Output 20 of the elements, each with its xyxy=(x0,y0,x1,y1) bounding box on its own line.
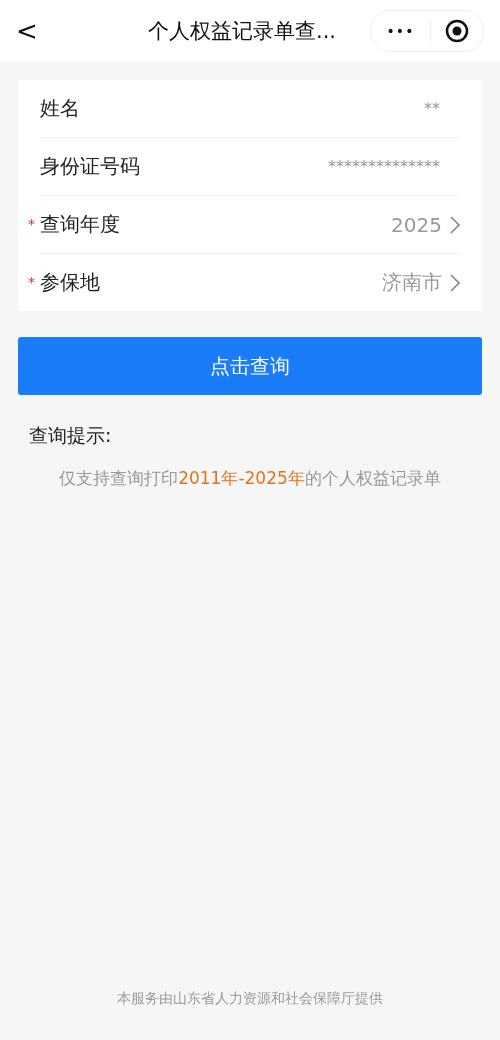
page-title: 个人权益记录单查... xyxy=(147,18,337,45)
field-label: 身份证号码 xyxy=(40,153,140,180)
field-value: ** xyxy=(424,99,440,118)
required-mark: * xyxy=(28,274,35,290)
chevron-icon xyxy=(450,273,460,292)
hint-title: 查询提示: xyxy=(29,423,113,448)
field-label: 参保地 xyxy=(40,269,100,296)
chevron-icon xyxy=(450,215,460,234)
footer-text: 本服务由山东省人力资源和社会保障厅提供 xyxy=(116,990,384,1008)
more-button[interactable]: ••• xyxy=(371,23,430,39)
select-value[interactable]: 2025 xyxy=(391,212,442,237)
query-button[interactable]: 点击查询 xyxy=(18,337,482,395)
select-value[interactable]: 济南市 xyxy=(382,269,442,296)
target-icon[interactable] xyxy=(445,19,469,43)
hint-text: 仅支持查询打印2011年-2025年的个人权益记录单 xyxy=(58,467,442,490)
field-label: 查询年度 xyxy=(40,211,120,238)
field-label: 姓名 xyxy=(40,95,80,122)
back-button[interactable]: < xyxy=(16,16,46,46)
required-mark: * xyxy=(28,216,35,232)
field-value: ************** xyxy=(328,157,440,176)
